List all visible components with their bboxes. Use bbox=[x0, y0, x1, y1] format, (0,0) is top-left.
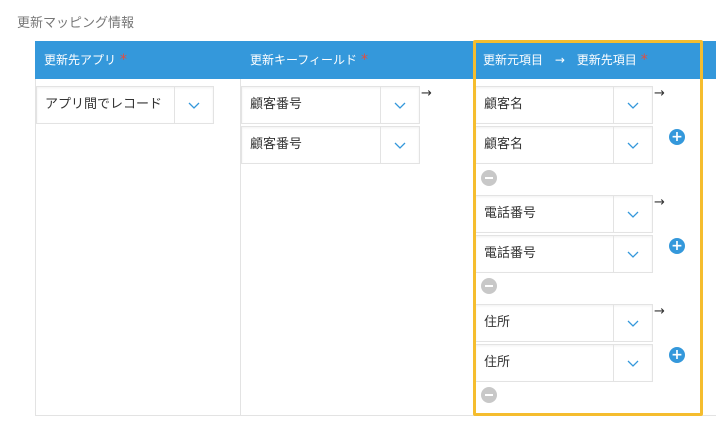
mapping-dest-select[interactable]: 顧客名 bbox=[475, 126, 653, 164]
section-title: 更新マッピング情報 bbox=[17, 16, 135, 31]
chevron-down-icon[interactable] bbox=[613, 236, 652, 272]
add-mapping-button[interactable]: + bbox=[669, 347, 685, 363]
mapping-dest-select[interactable]: 電話番号 bbox=[475, 235, 653, 273]
chevron-down-icon[interactable] bbox=[613, 196, 652, 232]
header-dest-field-label: 更新先項目 bbox=[576, 53, 637, 67]
target-app-value: アプリ間でレコード bbox=[45, 97, 163, 112]
header-arrow: → bbox=[554, 53, 565, 67]
key-field-source-value: 顧客番号 bbox=[250, 97, 303, 112]
chevron-down-icon[interactable] bbox=[174, 87, 213, 123]
required-mark: * bbox=[120, 52, 128, 68]
header-mapping: 更新元項目 → 更新先項目 * bbox=[483, 41, 648, 79]
required-mark: * bbox=[640, 52, 648, 68]
required-mark: * bbox=[361, 52, 369, 68]
chevron-down-icon[interactable] bbox=[613, 87, 652, 123]
header-target-app-label: 更新先アプリ bbox=[44, 53, 117, 67]
header-key-field: 更新キーフィールド * bbox=[250, 41, 368, 79]
target-app-select[interactable]: アプリ間でレコード bbox=[36, 86, 214, 124]
add-mapping-button[interactable]: + bbox=[669, 129, 685, 145]
header-source-field-label: 更新元項目 bbox=[483, 53, 544, 67]
mapping-arrow: → bbox=[654, 304, 665, 319]
remove-mapping-button[interactable] bbox=[481, 387, 497, 403]
mapping-dest-value: 住所 bbox=[484, 355, 511, 370]
remove-mapping-button[interactable] bbox=[481, 170, 497, 186]
mapping-source-select[interactable]: 電話番号 bbox=[475, 195, 653, 233]
mapping-arrow: → bbox=[654, 86, 665, 101]
mapping-source-select[interactable]: 住所 bbox=[475, 304, 653, 342]
chevron-down-icon[interactable] bbox=[613, 345, 652, 381]
mapping-source-select[interactable]: 顧客名 bbox=[475, 86, 653, 124]
mapping-dest-value: 電話番号 bbox=[484, 246, 537, 261]
header-key-field-label: 更新キーフィールド bbox=[250, 53, 358, 67]
key-field-dest-select[interactable]: 顧客番号 bbox=[241, 126, 420, 164]
add-mapping-button[interactable]: + bbox=[669, 238, 685, 254]
mapping-dest-value: 顧客名 bbox=[484, 137, 524, 152]
chevron-down-icon[interactable] bbox=[613, 305, 652, 341]
mapping-source-value: 顧客名 bbox=[484, 97, 524, 112]
remove-mapping-button[interactable] bbox=[481, 278, 497, 294]
mapping-dest-select[interactable]: 住所 bbox=[475, 344, 653, 382]
mapping-source-value: 住所 bbox=[484, 315, 511, 330]
mapping-table-header: 更新先アプリ * 更新キーフィールド * 更新元項目 → 更新先項目 * bbox=[35, 41, 716, 79]
key-field-source-select[interactable]: 顧客番号 bbox=[241, 86, 420, 124]
mapping-arrow: → bbox=[654, 195, 665, 210]
header-target-app: 更新先アプリ * bbox=[44, 41, 127, 79]
chevron-down-icon[interactable] bbox=[380, 87, 419, 123]
chevron-down-icon[interactable] bbox=[613, 127, 652, 163]
key-field-dest-value: 顧客番号 bbox=[250, 137, 303, 152]
mapping-arrow: → bbox=[421, 86, 432, 101]
mapping-source-value: 電話番号 bbox=[484, 206, 537, 221]
chevron-down-icon[interactable] bbox=[380, 127, 419, 163]
